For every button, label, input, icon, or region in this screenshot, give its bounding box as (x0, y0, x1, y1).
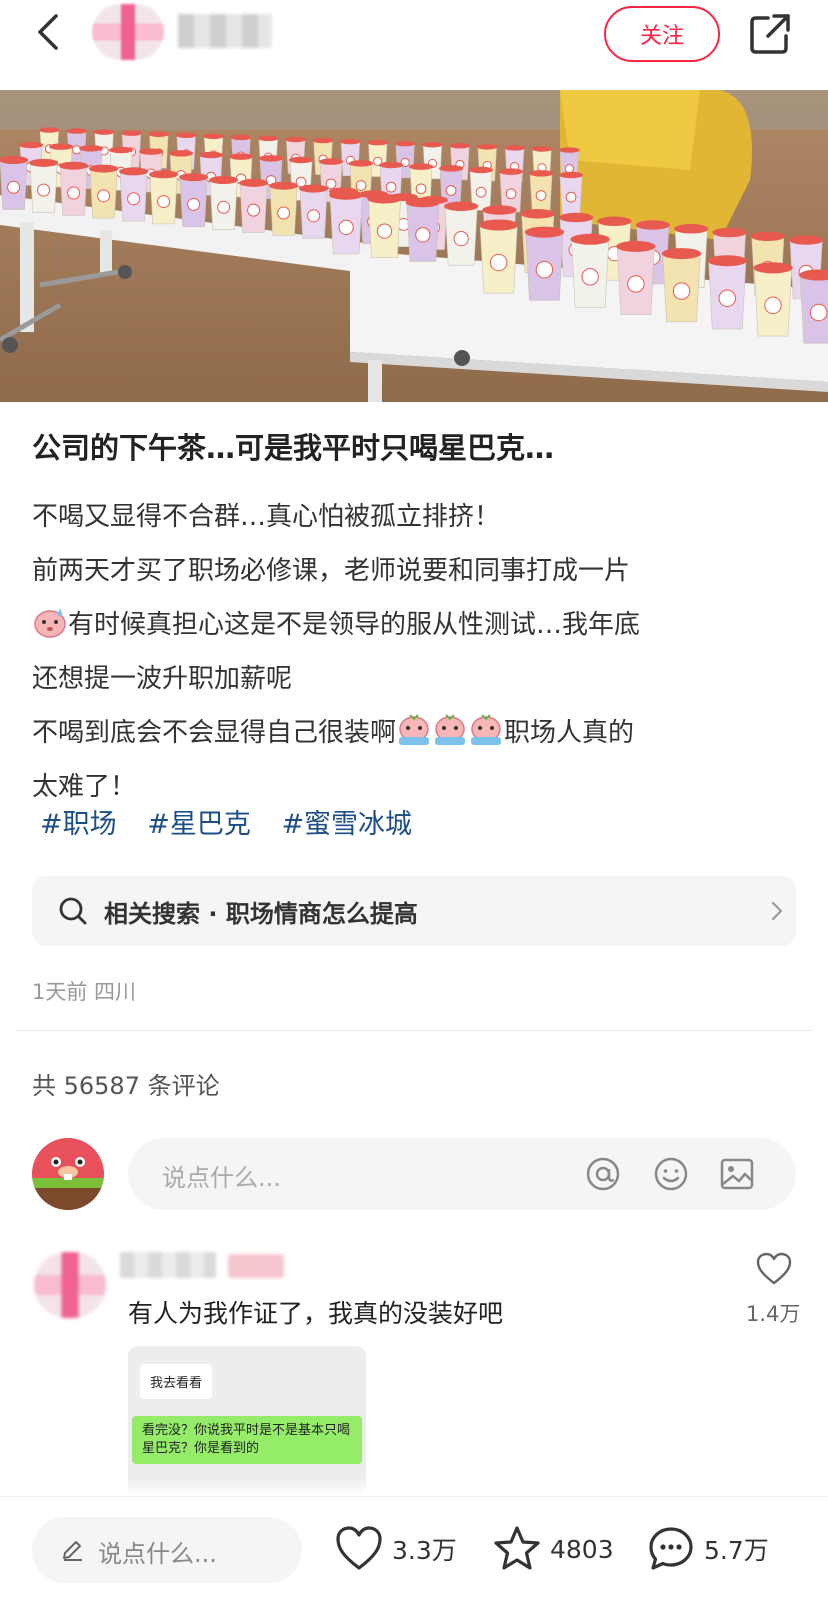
comment-like-count: 1.4万 (746, 1302, 801, 1326)
collect-count: 4803 (550, 1534, 614, 1564)
drink-cup (269, 181, 299, 236)
drink-cup (179, 173, 209, 228)
like-count: 3.3万 (392, 1536, 457, 1565)
pen-icon (63, 1541, 82, 1561)
bottom-action-bar: 说点什么... 3.3万 4803 5.7万 (0, 1496, 828, 1599)
commenter-badge: ▒▒ (228, 1254, 284, 1278)
drink-cup (367, 194, 402, 258)
body-line: 不喝到底会不会显得自己很装啊 职场人真的 (32, 706, 802, 760)
image-icon[interactable] (718, 1155, 756, 1193)
drink-cup (149, 170, 179, 225)
drink-cup (89, 164, 119, 219)
tag-list: #职场 #星巴克 #蜜雪冰城 (40, 805, 434, 845)
comment-input[interactable]: 说点什么... (128, 1138, 796, 1210)
tag-link[interactable]: #蜜雪冰城 (281, 809, 412, 840)
top-bar: ▒▒▒▒ 关注 (0, 0, 828, 90)
image-fade (128, 1478, 366, 1496)
at-icon[interactable] (584, 1155, 622, 1193)
drink-cup (661, 248, 702, 323)
smile-icon[interactable] (652, 1155, 690, 1193)
avatar[interactable] (32, 1138, 104, 1210)
drink-cup (119, 167, 149, 222)
drink-cup (707, 255, 747, 330)
comment-count: 共 56587 条评论 (32, 1072, 220, 1100)
avatar-image (32, 1138, 104, 1210)
body-line: 不喝又显得不合群…真心怕被孤立排挤！ (32, 502, 501, 532)
drink-cup (529, 170, 554, 214)
body-line: 有时候真担心这是不是领导的服从性测试…我年底 (32, 598, 802, 652)
divider (16, 1030, 812, 1031)
tag-link[interactable]: #星巴克 (147, 809, 251, 840)
back-arrow-icon[interactable] (30, 12, 70, 52)
drink-cup (479, 219, 519, 294)
post-photo[interactable] (0, 90, 828, 402)
commenter-avatar[interactable] (34, 1252, 106, 1318)
drink-cup (405, 197, 440, 262)
post-time-location: 1天前 四川 (32, 980, 137, 1004)
drink-cup (799, 269, 828, 344)
comment-text[interactable]: 有人为我作证了，我真的没装好吧 (128, 1294, 503, 1330)
search-icon (59, 897, 87, 925)
chat-bubble-sent: 看完没？你说我平时是不是基本只喝星巴克？你是看到的 (132, 1416, 362, 1464)
body-line: 前两天才买了职场必修课，老师说要和同事打成一片 (32, 556, 631, 586)
drink-cup (329, 190, 364, 255)
author-avatar[interactable] (92, 4, 164, 60)
heart-icon (336, 1526, 382, 1570)
comment-input-placeholder: 说点什么... (162, 1164, 281, 1192)
bottom-comment-input[interactable]: 说点什么... (32, 1517, 302, 1583)
drink-cup (0, 156, 29, 210)
chat-bubble-received: 我去看看 (140, 1364, 213, 1399)
sweating-emoji-icon (34, 609, 66, 638)
author-name[interactable]: ▒▒▒▒ (178, 14, 272, 48)
body-line-text: 不喝到底会不会显得自己很装啊 (32, 718, 397, 748)
drink-cup (570, 233, 610, 308)
follow-button[interactable]: 关注 (604, 6, 720, 62)
like-button[interactable]: 3.3万 (334, 1519, 457, 1579)
related-search-bar[interactable]: 相关搜索 · 职场情商怎么提高 (32, 876, 796, 946)
post-body: 不喝又显得不合群…真心怕被孤立排挤！ 前两天才买了职场必修课，老师说要和同事打成… (32, 490, 802, 814)
collect-button[interactable]: 4803 (492, 1519, 614, 1579)
post-title: 公司的下午茶…可是我平时只喝星巴克… (32, 431, 555, 465)
drink-cup (753, 262, 793, 337)
chevron-right-icon (771, 901, 783, 921)
body-line: 还想提一波升职加薪呢 (32, 664, 293, 694)
comment-image[interactable]: 我去看看 看完没？你说我平时是不是基本只喝星巴克？你是看到的 (128, 1346, 366, 1496)
star-icon (494, 1526, 540, 1570)
crying-emoji-icon (471, 714, 502, 745)
drink-cup (59, 161, 89, 216)
related-search-text: 相关搜索 · 职场情商怎么提高 (104, 900, 418, 928)
drink-cup (209, 176, 239, 230)
crying-emoji-icon (435, 714, 466, 745)
drink-cup (559, 171, 584, 216)
crying-emoji-icon (399, 714, 430, 745)
drink-cup (299, 184, 329, 239)
drink-cup (616, 240, 656, 315)
body-line-text: 职场人真的 (504, 718, 635, 748)
comment-icon (649, 1527, 693, 1570)
drink-cup (239, 178, 269, 233)
tag-link[interactable]: #职场 (40, 809, 117, 840)
heart-icon[interactable] (756, 1252, 792, 1286)
share-icon[interactable] (748, 12, 792, 56)
drink-cup (524, 226, 565, 301)
body-line-text: 有时候真担心这是不是领导的服从性测试…我年底 (68, 610, 641, 640)
commenter-name[interactable]: ▒▒▒▒ (120, 1252, 216, 1278)
drink-cup (28, 158, 59, 213)
bottom-input-placeholder: 说点什么... (98, 1540, 217, 1568)
comment-total: 5.7万 (704, 1536, 769, 1565)
drink-cup (444, 201, 479, 266)
comment-button[interactable]: 5.7万 (646, 1519, 769, 1579)
